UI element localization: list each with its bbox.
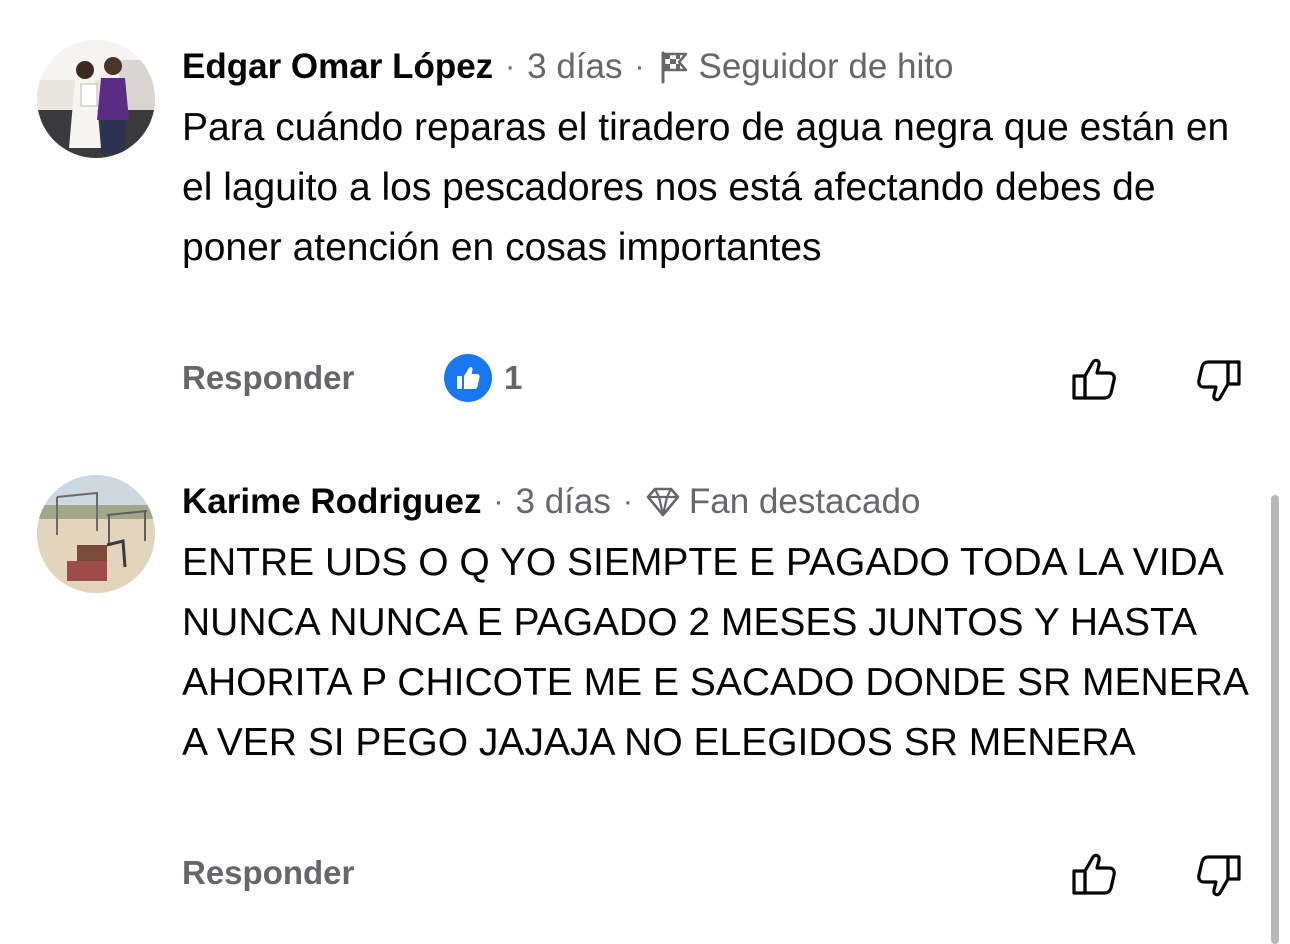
separator-dot: · [505,50,516,83]
comment-header: Karime Rodriguez · 3 días · Fan destacad… [182,480,920,524]
avatar[interactable] [37,40,155,158]
thumbs-down-icon [1197,855,1241,897]
thumbs-down-icon [1197,360,1241,402]
separator-dot: · [493,485,504,518]
avatar-photo [37,475,155,593]
reaction-count: 1 [504,359,523,396]
reply-button[interactable]: Responder [182,854,354,892]
scrollbar[interactable] [1271,495,1279,944]
diamond-icon [645,486,681,518]
avatar-photo [37,40,155,158]
comment-text: ENTRE UDS O Q YO SIEMPTE E PAGADO TODA L… [182,541,1247,764]
timestamp[interactable]: 3 días [516,482,611,522]
downvote-button[interactable] [1194,851,1242,899]
badge-label: Fan destacado [688,482,921,521]
author-name[interactable]: Karime Rodriguez [182,482,482,522]
thumbs-up-icon [1072,358,1116,400]
reaction-summary[interactable]: 1 [444,354,522,402]
author-name[interactable]: Edgar Omar López [182,47,493,87]
timestamp[interactable]: 3 días [527,47,622,87]
comment-text: Para cuándo reparas el tiradero de agua … [182,106,1230,269]
badge-label: Seguidor de hito [698,47,954,86]
thumbs-up-icon [1072,853,1116,895]
separator-dot: · [622,485,633,518]
like-reaction-icon [444,354,492,402]
flag-icon [657,50,691,84]
reply-button[interactable]: Responder [182,359,354,397]
separator-dot: · [634,50,645,83]
upvote-button[interactable] [1071,851,1119,899]
upvote-button[interactable] [1071,356,1119,404]
comment-header: Edgar Omar López · 3 días · Seguidor de … [182,45,953,89]
avatar[interactable] [37,475,155,593]
downvote-button[interactable] [1194,356,1242,404]
